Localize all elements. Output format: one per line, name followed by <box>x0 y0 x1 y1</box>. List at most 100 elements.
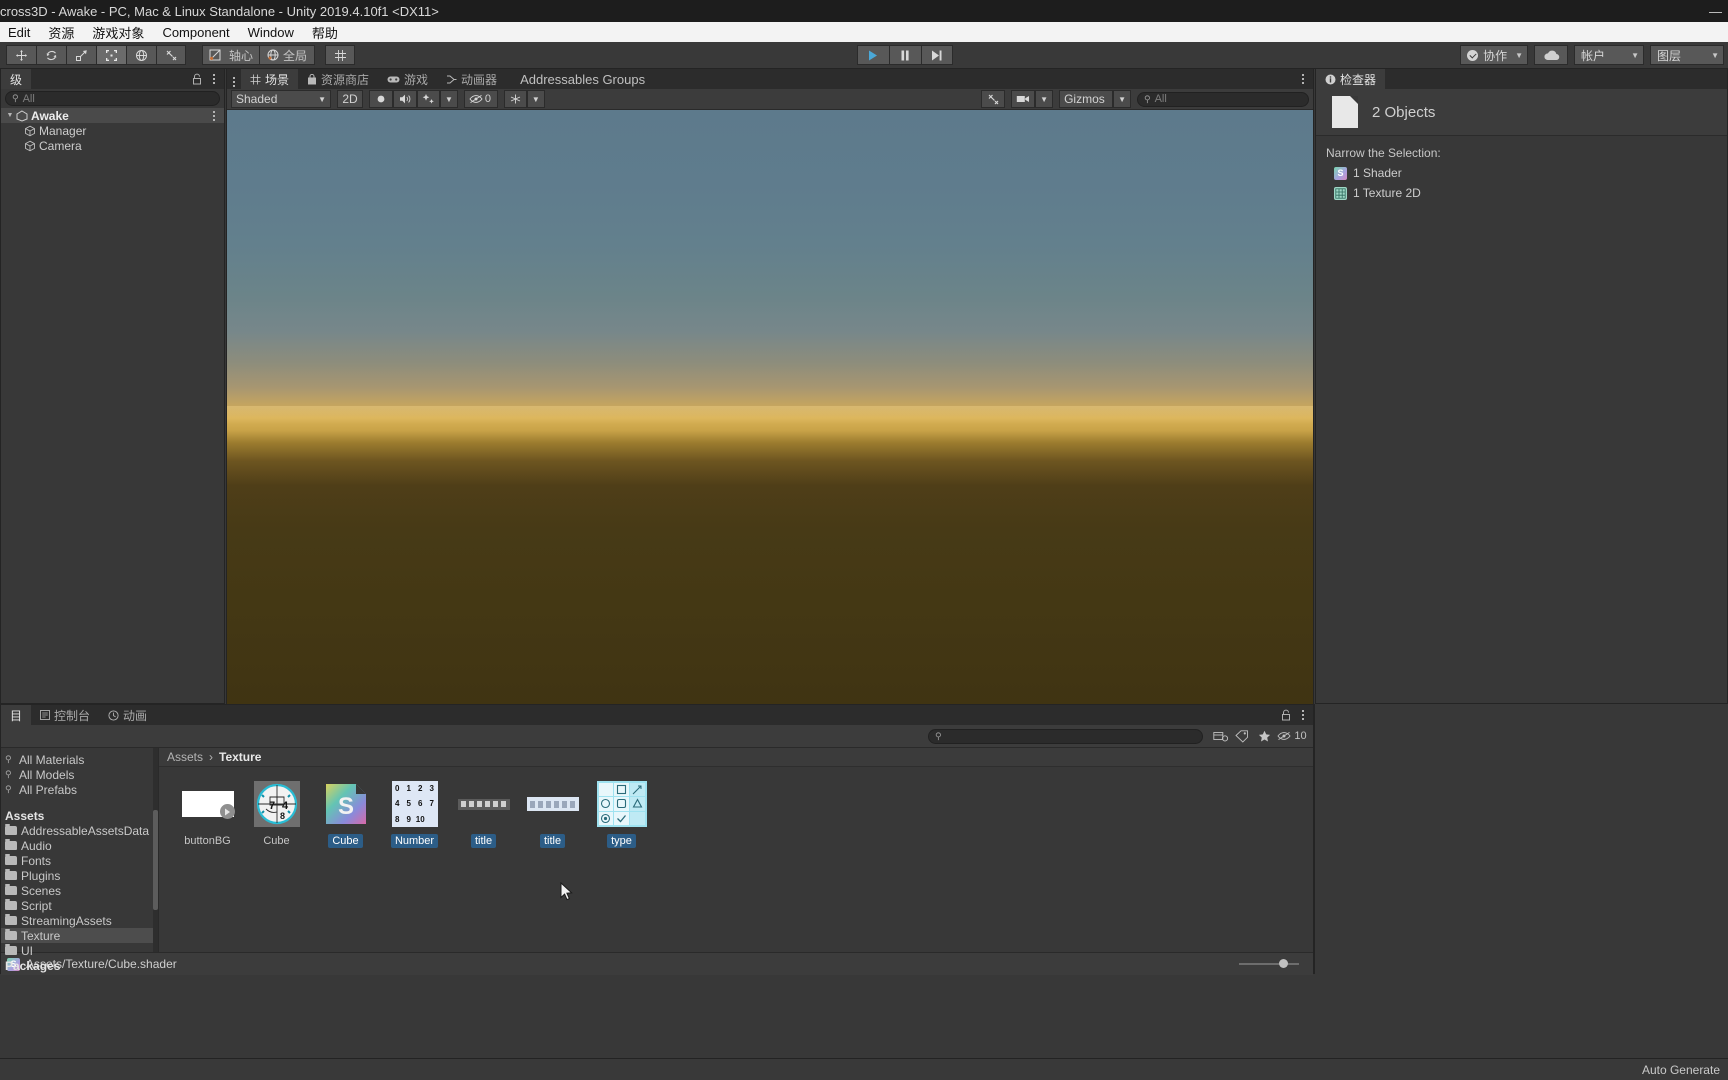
project-tree-scrollbar[interactable] <box>153 748 158 952</box>
narrow-entry-shader[interactable]: S 1 Shader <box>1326 166 1727 180</box>
toggle-2d-button[interactable]: 2D <box>337 90 363 108</box>
tree-item-all-models[interactable]: ⚲ All Models <box>1 767 158 782</box>
camera-preview-toggle[interactable] <box>1011 90 1036 108</box>
camera-preview-arrow[interactable]: ▼ <box>1035 90 1054 108</box>
tree-item-plugins[interactable]: Plugins <box>1 868 158 883</box>
tab-console[interactable]: 控制台 <box>31 705 100 725</box>
folder-icon <box>5 929 17 940</box>
project-asset-grid[interactable]: Assets › Texture buttonBG 7 4 8 Cube S C… <box>159 748 1313 952</box>
tab-game[interactable]: 游戏 <box>378 69 438 89</box>
gizmos-dropdown[interactable]: Gizmos <box>1059 90 1114 108</box>
tree-item-script[interactable]: Script <box>1 898 158 913</box>
space-toggle[interactable]: 全局 <box>259 45 316 65</box>
project-lock-icon[interactable] <box>1281 709 1291 724</box>
lighting-toggle[interactable] <box>369 90 393 108</box>
scene-options-button[interactable] <box>208 109 220 123</box>
effects-dropdown[interactable] <box>417 90 440 108</box>
gizmos-dropdown-arrow[interactable]: ▼ <box>1113 90 1131 108</box>
tree-item-fonts[interactable]: Fonts <box>1 853 158 868</box>
tree-item-ui[interactable]: UI <box>1 943 158 958</box>
scene-tools-button[interactable] <box>981 90 1006 108</box>
menu-item-assets[interactable]: 资源 <box>48 23 74 42</box>
tab-scene[interactable]: 场景 <box>241 69 299 89</box>
effects-dropdown-arrow[interactable]: ▼ <box>440 90 458 108</box>
tab-hierarchy[interactable]: 级 <box>1 69 32 89</box>
star-icon[interactable] <box>1253 728 1275 745</box>
chevron-down-icon[interactable]: ▼ <box>5 112 15 119</box>
draw-mode-dropdown[interactable]: Shaded ▼ <box>231 90 331 108</box>
rotate-tool-icon[interactable] <box>36 45 66 65</box>
asset-item-type[interactable]: type <box>587 781 656 848</box>
asset-item-title-dark[interactable]: title <box>449 781 518 848</box>
panel-divider[interactable] <box>1314 704 1315 974</box>
thumbnail-zoom-slider[interactable] <box>1239 959 1299 968</box>
transform-tool-icon[interactable] <box>126 45 156 65</box>
tree-item-packages[interactable]: Packages <box>1 958 158 973</box>
menu-item-gameobject[interactable]: 游戏对象 <box>92 23 144 42</box>
tag-icon[interactable] <box>1231 728 1253 745</box>
project-options-button[interactable] <box>1297 708 1309 722</box>
breadcrumb-root[interactable]: Assets <box>167 750 203 764</box>
hierarchy-item-manager[interactable]: Manager <box>1 123 224 138</box>
grid-snap-icon[interactable] <box>325 45 356 65</box>
menu-bar[interactable]: Edit 资源 游戏对象 Component Window 帮助 <box>0 22 1728 42</box>
tree-item-all-materials[interactable]: ⚲ All Materials <box>1 752 158 767</box>
custom-tool-icon[interactable] <box>156 45 186 65</box>
play-button[interactable] <box>856 45 889 65</box>
scene-search-input[interactable]: ⚲ All <box>1137 91 1309 107</box>
window-controls[interactable]: — <box>1709 0 1722 22</box>
audio-toggle[interactable] <box>393 90 417 108</box>
asset-item-buttonbg[interactable]: buttonBG <box>173 781 242 848</box>
menu-item-component[interactable]: Component <box>162 25 229 40</box>
scene-panel-menu[interactable] <box>227 75 241 89</box>
tab-asset-store[interactable]: 资源商店 <box>298 69 379 89</box>
scene-viewport[interactable] <box>227 110 1313 726</box>
tree-item-all-prefabs[interactable]: ⚲ All Prefabs <box>1 782 158 797</box>
auto-generate-label[interactable]: Auto Generate <box>1642 1063 1720 1077</box>
asset-item-title-light[interactable]: title <box>518 781 587 848</box>
tree-item-scenes[interactable]: Scenes <box>1 883 158 898</box>
tree-item-streamingassets[interactable]: StreamingAssets <box>1 913 158 928</box>
hierarchy-item-awake[interactable]: ▼ Awake <box>1 108 224 123</box>
hierarchy-options-button[interactable] <box>208 72 220 86</box>
minimize-button[interactable]: — <box>1709 5 1722 18</box>
hierarchy-tab-bar: 级 <box>1 69 224 89</box>
hierarchy-search-input[interactable]: ⚲ All <box>5 91 220 106</box>
visible-count[interactable]: 10 <box>1275 728 1309 745</box>
narrow-entry-texture2d[interactable]: 1 Texture 2D <box>1326 186 1727 200</box>
hierarchy-lock-icon[interactable] <box>192 73 202 88</box>
tree-item-addressableassetsdata[interactable]: AddressableAssetsData <box>1 823 158 838</box>
tab-project[interactable]: 目 <box>1 705 32 725</box>
menu-item-window[interactable]: Window <box>248 25 294 40</box>
menu-item-help[interactable]: 帮助 <box>312 23 338 42</box>
pause-button[interactable] <box>888 45 921 65</box>
layers-dropdown[interactable]: 图层 ▼ <box>1650 45 1725 65</box>
asset-item-cube-shader[interactable]: S Cube <box>311 781 380 848</box>
rect-tool-icon[interactable] <box>96 45 126 65</box>
cloud-button[interactable] <box>1534 45 1569 65</box>
pivot-toggle[interactable]: 轴心 <box>202 45 260 65</box>
step-button[interactable] <box>920 45 953 65</box>
collab-dropdown[interactable]: 协作 ▼ <box>1460 45 1529 65</box>
tab-inspector[interactable]: 检查器 <box>1316 69 1386 89</box>
move-tool-icon[interactable] <box>6 45 36 65</box>
tree-item-assets[interactable]: Assets <box>1 808 158 823</box>
scale-tool-icon[interactable] <box>66 45 96 65</box>
account-dropdown[interactable]: 帐户 ▼ <box>1574 45 1645 65</box>
tree-item-audio[interactable]: Audio <box>1 838 158 853</box>
packages-filter-icon[interactable] <box>1209 728 1231 745</box>
tab-animation[interactable]: 动画 <box>99 705 157 725</box>
asset-item-cube-texture[interactable]: 7 4 8 Cube <box>242 781 311 848</box>
scene-visibility-toggle[interactable]: 0 <box>463 90 498 108</box>
tree-item-texture[interactable]: Texture <box>1 928 158 943</box>
preview-play-icon[interactable] <box>219 804 235 819</box>
scene-camera-settings[interactable] <box>503 90 527 108</box>
project-search-input[interactable]: ⚲ <box>928 728 1203 744</box>
hierarchy-item-camera[interactable]: Camera <box>1 138 224 153</box>
scene-options-button[interactable] <box>1297 72 1309 86</box>
menu-item-edit[interactable]: Edit <box>8 25 30 40</box>
tab-animator[interactable]: 动画器 <box>437 69 507 89</box>
scene-camera-dropdown-arrow[interactable]: ▼ <box>526 90 545 108</box>
asset-item-number[interactable]: 0 1 2 3 4 5 6 7 8 9 10 Number <box>380 781 449 848</box>
tab-addressables-groups[interactable]: Addressables Groups <box>506 69 655 89</box>
